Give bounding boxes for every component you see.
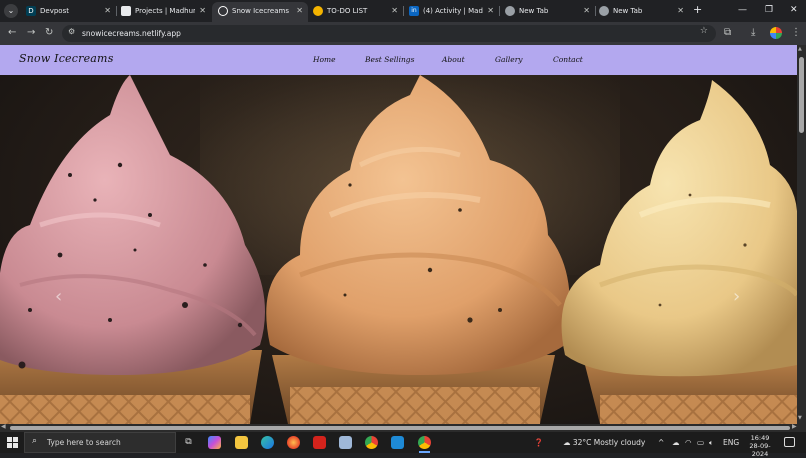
new-tab-button[interactable]: + xyxy=(693,3,702,17)
back-icon[interactable]: ← xyxy=(8,26,16,40)
tab-title: New Tab xyxy=(613,7,643,15)
notification-icon[interactable] xyxy=(784,437,795,447)
chrome-icon[interactable] xyxy=(365,436,378,449)
chrome-icon xyxy=(599,6,609,16)
tab-snow-icecreams[interactable]: Snow Icecreams ✕ xyxy=(212,2,308,22)
taskbar-search-box[interactable]: ⌕ Type here to search xyxy=(24,432,176,453)
projects-icon xyxy=(121,6,131,16)
close-icon[interactable]: ✕ xyxy=(104,2,111,20)
tab-linkedin-activity[interactable]: in (4) Activity | Madhumi ✕ xyxy=(403,2,499,22)
vertical-scroll-thumb[interactable] xyxy=(799,57,804,133)
ice-cream-cones-image xyxy=(0,75,797,424)
restore-icon[interactable]: ❐ xyxy=(765,3,773,17)
network-icon[interactable]: ◠ xyxy=(685,437,692,448)
snow-icon xyxy=(218,6,228,16)
tab-todo-list[interactable]: TO-DO LIST ✕ xyxy=(307,2,403,22)
scroll-down-icon[interactable]: ▼ xyxy=(798,415,802,421)
task-view-icon[interactable]: ⧉ xyxy=(182,436,195,449)
close-icon[interactable]: ✕ xyxy=(199,2,206,20)
tab-strip: ⌄ D Devpost ✕ Projects | Madhumith ✕ Sno… xyxy=(0,0,806,22)
close-icon[interactable]: ✕ xyxy=(296,2,303,20)
nav-gallery[interactable]: Gallery xyxy=(495,55,523,64)
firefox-icon[interactable] xyxy=(287,436,300,449)
scroll-up-icon[interactable]: ▲ xyxy=(798,46,802,52)
scroll-left-icon[interactable]: ◀ xyxy=(1,423,6,430)
tab-devpost[interactable]: D Devpost ✕ xyxy=(20,2,116,22)
windows-start-icon[interactable] xyxy=(7,437,18,448)
carousel-prev-button[interactable]: ‹ xyxy=(55,287,62,307)
tab-search-icon[interactable]: ⌄ xyxy=(4,4,18,18)
language-indicator[interactable]: ENG xyxy=(723,437,739,448)
horizontal-scrollbar[interactable]: ◀ ▶ xyxy=(0,423,806,432)
extensions-icon[interactable]: ⧉ xyxy=(724,26,731,40)
copilot-icon[interactable] xyxy=(208,436,221,449)
clock-time: 16:49 xyxy=(750,434,770,442)
cloud-icon: ☁ xyxy=(563,438,571,447)
address-bar[interactable]: ⚙ snowicecreams.netlify.app ☆ xyxy=(62,25,716,42)
carousel-next-button[interactable]: › xyxy=(733,287,740,307)
help-icon[interactable]: ❓ xyxy=(534,437,543,448)
weather-text: 32°C Mostly cloudy xyxy=(572,438,646,447)
profile-avatar[interactable] xyxy=(770,27,782,39)
windows-taskbar: ⌕ Type here to search ⧉ ❓ ☁ 32°C Mostly … xyxy=(0,432,806,458)
clock-date: 28-09-2024 xyxy=(749,442,771,458)
chrome-active-icon[interactable] xyxy=(418,436,431,453)
taskbar-clock[interactable]: 16:49 28-09-2024 xyxy=(742,434,778,458)
acrobat-icon[interactable] xyxy=(313,436,326,449)
tab-projects[interactable]: Projects | Madhumith ✕ xyxy=(115,2,211,22)
window-close-icon[interactable]: ✕ xyxy=(790,3,798,17)
url-text[interactable]: snowicecreams.netlify.app xyxy=(82,27,181,40)
notepad-icon[interactable] xyxy=(339,436,352,449)
tab-title: Snow Icecreams xyxy=(232,7,289,15)
nav-contact[interactable]: Contact xyxy=(553,55,583,64)
close-icon[interactable]: ✕ xyxy=(391,2,398,20)
nav-best-sellings[interactable]: Best Sellings xyxy=(365,55,414,64)
download-icon[interactable]: ⤓ xyxy=(751,26,755,40)
tab-new-tab-1[interactable]: New Tab ✕ xyxy=(499,2,595,22)
tab-title: New Tab xyxy=(519,7,549,15)
nav-home[interactable]: Home xyxy=(313,55,336,64)
site-logo[interactable]: Snow Icecreams xyxy=(19,52,114,65)
site-navbar: Snow Icecreams Home Best Sellings About … xyxy=(0,45,797,75)
bookmark-star-icon[interactable]: ☆ xyxy=(700,26,708,36)
todo-icon xyxy=(313,6,323,16)
edge-icon[interactable] xyxy=(261,436,274,449)
tab-title: TO-DO LIST xyxy=(327,7,368,15)
tray-chevron-icon[interactable]: ^ xyxy=(658,437,664,448)
scroll-right-icon[interactable]: ▶ xyxy=(792,423,797,430)
vertical-scrollbar[interactable]: ▲ ▼ xyxy=(797,45,806,424)
battery-icon[interactable]: ▭ xyxy=(697,437,704,448)
linkedin-icon: in xyxy=(409,6,419,16)
forward-icon[interactable]: → xyxy=(27,26,35,40)
menu-kebab-icon[interactable]: ⋮ xyxy=(791,26,801,40)
devpost-icon: D xyxy=(26,6,36,16)
chrome-icon xyxy=(505,6,515,16)
file-explorer-icon[interactable] xyxy=(235,436,248,449)
search-placeholder: Type here to search xyxy=(47,438,121,447)
tab-title: (4) Activity | Madhumi xyxy=(423,7,483,15)
close-icon[interactable]: ✕ xyxy=(487,2,494,20)
minimize-icon[interactable]: — xyxy=(738,3,747,17)
vscode-icon[interactable] xyxy=(391,436,404,449)
onedrive-icon[interactable]: ☁ xyxy=(672,437,680,448)
horizontal-scroll-thumb[interactable] xyxy=(10,426,790,430)
tab-new-tab-2[interactable]: New Tab ✕ xyxy=(593,2,689,22)
weather-widget[interactable]: ☁ 32°C Mostly cloudy xyxy=(563,437,645,448)
browser-toolbar: ← → ↻ ⚙ snowicecreams.netlify.app ☆ ⧉ ⤓ … xyxy=(0,22,806,45)
close-icon[interactable]: ✕ xyxy=(677,2,684,20)
page-viewport: Snow Icecreams Home Best Sellings About … xyxy=(0,45,797,424)
close-icon[interactable]: ✕ xyxy=(583,2,590,20)
search-icon: ⌕ xyxy=(32,436,38,446)
volume-icon[interactable]: 🔈︎ xyxy=(709,437,714,448)
site-info-icon[interactable]: ⚙ xyxy=(68,27,75,36)
reload-icon[interactable]: ↻ xyxy=(45,26,53,40)
tab-title: Projects | Madhumith xyxy=(135,7,195,15)
nav-about[interactable]: About xyxy=(442,55,465,64)
tab-title: Devpost xyxy=(40,7,69,15)
hero-carousel: ‹ › xyxy=(0,75,797,424)
